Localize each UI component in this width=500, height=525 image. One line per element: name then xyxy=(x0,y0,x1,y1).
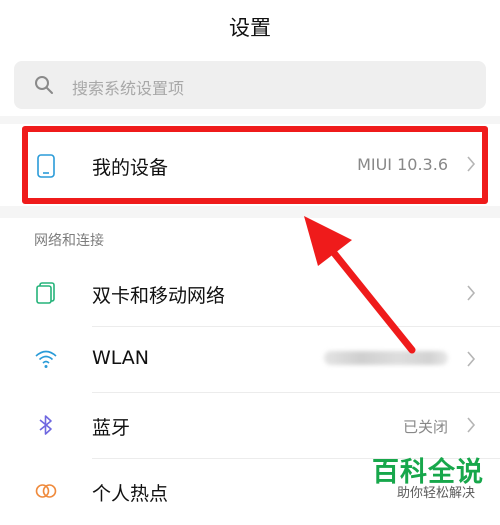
bluetooth-status: 已关闭 xyxy=(402,418,448,436)
search-bar[interactable]: 搜索系统设置项 xyxy=(14,61,486,109)
hotspot-icon xyxy=(34,479,58,503)
blurred-network-name xyxy=(324,351,448,365)
highlight-box xyxy=(22,126,488,204)
list-item-label: WLAN xyxy=(92,347,150,369)
wifi-icon xyxy=(34,347,58,371)
bluetooth-icon xyxy=(34,413,58,437)
chevron-right-icon xyxy=(466,350,476,372)
list-item-label: 蓝牙 xyxy=(92,417,131,439)
dual-sim-icon xyxy=(34,281,58,305)
chevron-right-icon xyxy=(466,416,476,438)
search-icon xyxy=(34,75,54,99)
list-item-label: 个人热点 xyxy=(92,483,169,505)
page-title: 设置 xyxy=(229,16,271,40)
search-placeholder: 搜索系统设置项 xyxy=(72,79,185,98)
chevron-right-icon xyxy=(466,284,476,306)
list-item-label: 双卡和移动网络 xyxy=(92,285,226,307)
watermark-subtitle: 助你轻松解决 xyxy=(396,486,475,501)
list-item-dual-sim[interactable]: 双卡和移动网络 xyxy=(0,261,500,327)
section-label: 网络和连接 xyxy=(34,233,104,249)
divider-band xyxy=(0,116,500,124)
divider-band xyxy=(0,206,500,218)
list-item-wlan[interactable]: WLAN xyxy=(0,327,500,393)
